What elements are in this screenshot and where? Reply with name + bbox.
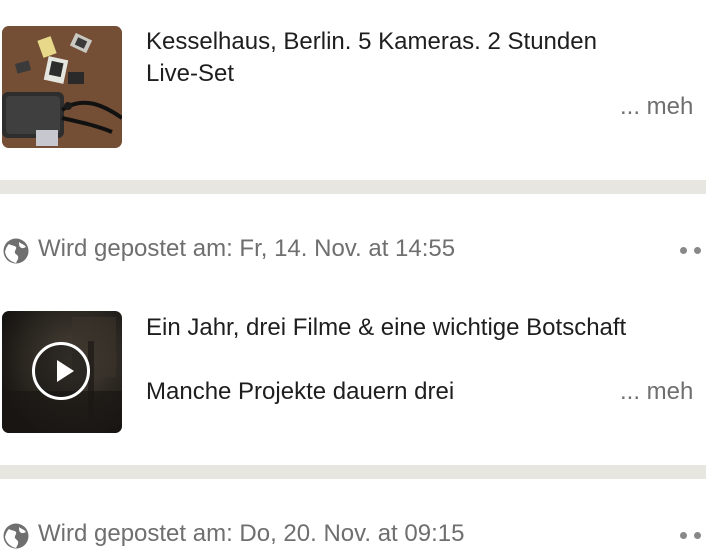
play-icon — [57, 360, 74, 382]
post-header: Wird gepostet am: Do, 20. Nov. at 09:15 — [0, 518, 706, 550]
more-link[interactable]: ... meh — [620, 91, 693, 123]
post-caption-line1: Kesselhaus, Berlin. 5 Kameras. 2 Stunden — [146, 28, 597, 55]
post-caption-line2: Live-Set — [146, 60, 235, 87]
post-caption-line2: Manche Projekte dauern drei — [146, 378, 455, 405]
globe-icon — [3, 523, 29, 549]
video-thumbnail[interactable] — [2, 311, 122, 433]
scheduled-date-text: Wird gepostet am: Fr, 14. Nov. at 14:55 — [38, 235, 456, 262]
play-button[interactable] — [32, 342, 90, 400]
scheduled-date-text: Wird gepostet am: Do, 20. Nov. at 09:15 — [38, 520, 465, 547]
post-thumbnail[interactable] — [2, 26, 122, 148]
dot — [680, 532, 687, 539]
post-caption-line1: Ein Jahr, drei Filme & eine wichtige Bot… — [146, 314, 627, 341]
more-link[interactable]: ... meh — [620, 376, 693, 408]
dot — [694, 247, 701, 254]
post-separator — [0, 465, 706, 479]
dot — [694, 532, 701, 539]
dot — [680, 247, 687, 254]
photo-sd-cards-image — [2, 26, 122, 148]
post-header: Wird gepostet am: Fr, 14. Nov. at 14:55 — [0, 233, 706, 265]
post-card: Ein Jahr, drei Filme & eine wichtige Bot… — [0, 300, 706, 464]
globe-icon — [3, 238, 29, 264]
post-card: Kesselhaus, Berlin. 5 Kameras. 2 Stunden… — [0, 0, 706, 180]
scheduled-posts-feed: Kesselhaus, Berlin. 5 Kameras. 2 Stunden… — [0, 0, 706, 551]
post-separator — [0, 180, 706, 194]
more-dots-icon[interactable] — [680, 247, 706, 257]
more-dots-icon[interactable] — [680, 532, 706, 542]
